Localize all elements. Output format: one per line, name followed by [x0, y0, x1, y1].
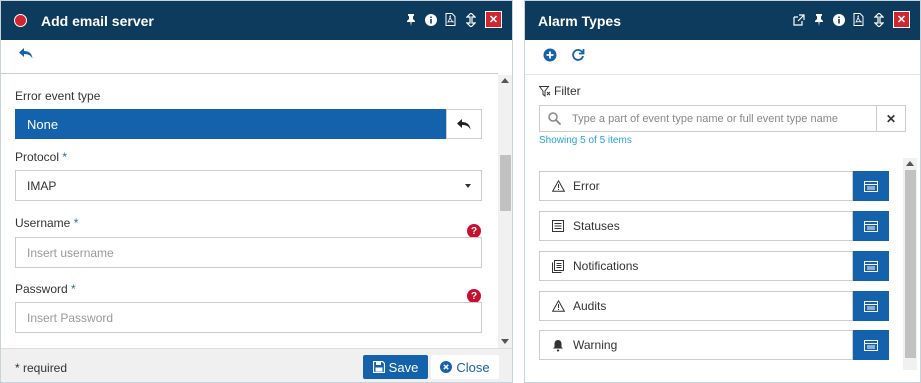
add-email-server-panel: Add email server ✕ Error event type None [0, 0, 513, 383]
list-item[interactable]: Warning [539, 330, 853, 360]
username-label: Username * [15, 216, 79, 230]
chevron-down-icon [465, 184, 471, 188]
undo-icon [457, 118, 471, 129]
close-window-button[interactable]: ✕ [893, 11, 910, 28]
scroll-down-icon[interactable] [501, 339, 509, 344]
pin-icon[interactable] [811, 12, 826, 27]
back-icon[interactable] [19, 48, 33, 62]
refresh-icon[interactable] [571, 48, 585, 65]
close-button[interactable]: Close [431, 355, 499, 379]
filter-section: Filter Type a part of event type name or… [525, 74, 920, 156]
password-input[interactable]: Insert Password [15, 302, 482, 333]
left-toolbar [1, 40, 498, 74]
protocol-select[interactable]: IMAP [15, 170, 482, 201]
clear-search-button[interactable]: ✕ [876, 105, 906, 132]
alarm-types-list: Error Statuses Notifications Audits Warn… [525, 158, 905, 368]
table-icon [864, 180, 878, 192]
username-input[interactable]: Insert username [15, 237, 482, 268]
error-event-type-label: Error event type [15, 89, 101, 103]
bell-icon [551, 338, 565, 352]
list-scrollbar[interactable] [903, 158, 917, 370]
open-item-button[interactable] [853, 251, 889, 281]
filter-label: Filter [539, 84, 581, 98]
warning-icon [551, 179, 565, 193]
password-help-icon[interactable]: ? [467, 289, 481, 303]
record-status-icon [14, 14, 27, 27]
info-icon[interactable] [423, 12, 438, 27]
error-event-type-select[interactable]: None [15, 109, 446, 139]
item-count-status: Showing 5 of 5 items [539, 135, 632, 146]
open-item-button[interactable] [853, 171, 889, 201]
scroll-up-icon[interactable] [501, 78, 509, 83]
list-item[interactable]: Notifications [539, 251, 853, 281]
form-footer: * required Save Close [1, 348, 512, 382]
close-window-button[interactable]: ✕ [485, 11, 502, 28]
protocol-label: Protocol * [15, 150, 68, 164]
username-help-icon[interactable]: ? [467, 224, 481, 238]
info-icon[interactable] [831, 12, 846, 27]
form-scrollbar[interactable] [498, 75, 512, 349]
pin-icon[interactable] [403, 12, 418, 27]
open-item-button[interactable] [853, 291, 889, 321]
right-panel-title: Alarm Types [538, 12, 621, 29]
open-item-button[interactable] [853, 211, 889, 241]
left-panel-title: Add email server [41, 12, 154, 29]
popout-icon[interactable] [791, 12, 806, 27]
search-icon [548, 112, 562, 128]
save-button[interactable]: Save [363, 355, 428, 379]
pdf-icon[interactable] [851, 12, 866, 27]
alarm-types-panel: Alarm Types ✕ Filter Type a part of even… [524, 0, 921, 383]
error-event-type-reset-button[interactable] [446, 109, 482, 139]
table-icon [864, 260, 878, 272]
save-icon [372, 361, 385, 373]
close-circle-icon [440, 361, 453, 373]
right-titlebar: Alarm Types ✕ [525, 1, 920, 40]
add-icon[interactable] [543, 48, 557, 65]
scroll-thumb[interactable] [500, 155, 511, 211]
search-input[interactable]: Type a part of event type name or full e… [539, 105, 877, 132]
table-icon [864, 339, 878, 351]
email-server-form: Error event type None Protocol * IMAP Us… [1, 75, 498, 349]
left-titlebar: Add email server ✕ [1, 1, 512, 40]
right-toolbar [525, 40, 920, 74]
password-label: Password * [15, 282, 76, 296]
filter-icon [539, 85, 551, 97]
scroll-thumb[interactable] [905, 170, 916, 358]
list-item[interactable]: Audits [539, 291, 853, 321]
list-item[interactable]: Statuses [539, 211, 853, 241]
list-icon [551, 219, 565, 233]
notes-icon [551, 259, 565, 273]
scroll-up-icon[interactable] [906, 161, 914, 166]
pdf-icon[interactable] [443, 12, 458, 27]
table-icon [864, 220, 878, 232]
resize-vertical-icon[interactable] [463, 12, 478, 27]
resize-vertical-icon[interactable] [871, 12, 886, 27]
required-note: * required [15, 361, 68, 375]
warning-icon [551, 299, 565, 313]
table-icon [864, 300, 878, 312]
list-item[interactable]: Error [539, 171, 853, 201]
open-item-button[interactable] [853, 330, 889, 360]
